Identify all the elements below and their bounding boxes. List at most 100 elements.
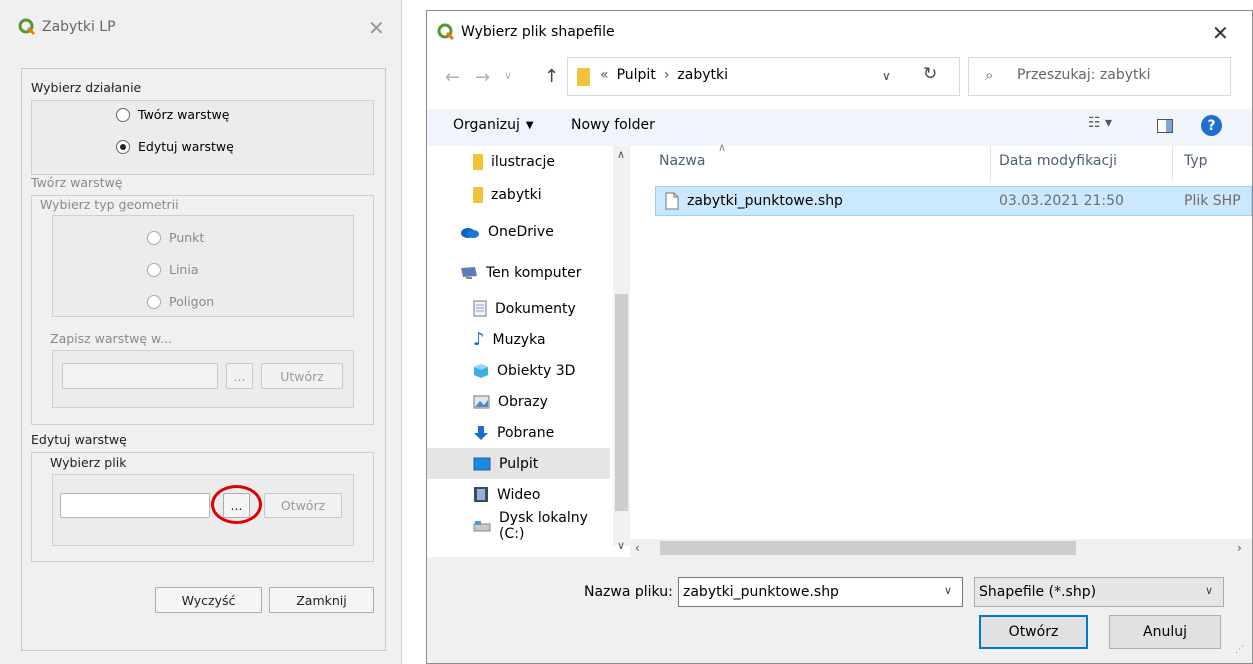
back-arrow-icon[interactable]: ← bbox=[445, 67, 460, 88]
create-button[interactable]: Utwórz bbox=[261, 363, 343, 389]
radio-edit-layer[interactable]: Edytuj warstwę bbox=[116, 139, 234, 154]
column-divider bbox=[990, 146, 991, 181]
radio-point[interactable]: Punkt bbox=[147, 230, 204, 245]
file-icon bbox=[665, 192, 679, 214]
nav-item-obrazy[interactable]: Obrazy bbox=[427, 386, 610, 417]
music-icon: ♪ bbox=[473, 329, 485, 350]
preview-pane-icon[interactable] bbox=[1157, 119, 1173, 133]
scroll-left-icon[interactable]: ‹ bbox=[635, 541, 640, 555]
file-type: Plik SHP bbox=[1184, 193, 1241, 209]
organize-menu[interactable]: Organizuj ▼ bbox=[453, 117, 534, 133]
recent-chevron-icon[interactable]: ∨ bbox=[504, 69, 512, 82]
cloud-icon bbox=[460, 226, 480, 238]
nav-scrollbar-thumb[interactable] bbox=[615, 294, 628, 511]
radio-create-layer[interactable]: Twórz warstwę bbox=[116, 107, 229, 122]
open-button[interactable]: Otwórz bbox=[979, 615, 1088, 649]
column-name[interactable]: Nazwa bbox=[659, 153, 705, 169]
column-divider bbox=[1172, 146, 1173, 181]
help-icon[interactable]: ? bbox=[1201, 115, 1222, 136]
radio-icon bbox=[147, 294, 161, 309]
section-create-label: Twórz warstwę bbox=[31, 175, 123, 190]
column-type[interactable]: Typ bbox=[1184, 153, 1208, 169]
scroll-up-icon[interactable]: ∧ bbox=[617, 148, 625, 161]
column-date[interactable]: Data modyfikacji bbox=[999, 153, 1117, 169]
filter-dropdown-icon[interactable]: ∨ bbox=[1205, 584, 1213, 597]
nav-item-zabytki[interactable]: zabytki bbox=[427, 178, 610, 211]
radio-icon bbox=[147, 262, 161, 277]
breadcrumb: « Pulpit › zabytki bbox=[600, 67, 729, 83]
cancel-button[interactable]: Anuluj bbox=[1109, 615, 1221, 649]
nav-item-ilustracje[interactable]: ilustracje bbox=[427, 146, 610, 178]
sort-up-icon: ∧ bbox=[718, 141, 727, 154]
close-icon[interactable]: ✕ bbox=[1212, 21, 1229, 45]
nav-item-dokumenty[interactable]: Dokumenty bbox=[427, 293, 610, 324]
breadcrumb-pulpit[interactable]: Pulpit bbox=[617, 67, 656, 83]
filename-dropdown-icon[interactable]: ∨ bbox=[944, 584, 952, 597]
close-button[interactable]: Zamknij bbox=[269, 587, 374, 613]
qgis-logo-icon bbox=[437, 23, 455, 41]
clear-button[interactable]: Wyczyść bbox=[155, 587, 262, 613]
section-edit-label: Edytuj warstwę bbox=[31, 432, 127, 447]
address-dropdown-icon[interactable]: ∨ bbox=[882, 69, 891, 83]
filename-input[interactable]: zabytki_punktowe.shp bbox=[678, 577, 963, 607]
nav-item-muzyka[interactable]: ♪ Muzyka bbox=[427, 324, 610, 355]
annotation-highlight-circle bbox=[211, 485, 262, 524]
computer-icon bbox=[460, 266, 478, 280]
view-options-icon[interactable]: ☷ ▾ bbox=[1088, 115, 1112, 131]
file-date: 03.03.2021 21:50 bbox=[999, 193, 1124, 209]
search-icon: ⌕ bbox=[985, 66, 994, 84]
refresh-icon[interactable]: ↻ bbox=[923, 64, 937, 84]
radio-icon bbox=[147, 230, 161, 245]
drive-icon bbox=[473, 520, 491, 532]
nav-item-computer[interactable]: Ten komputer bbox=[427, 253, 610, 293]
open-layer-button[interactable]: Otwórz bbox=[264, 493, 342, 518]
folder-icon bbox=[473, 186, 483, 203]
forward-arrow-icon[interactable]: → bbox=[475, 67, 490, 88]
radio-polygon[interactable]: Poligon bbox=[147, 294, 214, 309]
geometry-group-label: Wybierz typ geometrii bbox=[40, 197, 179, 212]
scroll-right-icon[interactable]: › bbox=[1237, 541, 1242, 555]
h-scrollbar-thumb[interactable] bbox=[660, 541, 1076, 555]
nav-item-dysk-c[interactable]: Dysk lokalny (C:) bbox=[427, 510, 610, 542]
filename-label: Nazwa pliku: bbox=[584, 584, 673, 600]
file-path-input[interactable] bbox=[60, 493, 210, 518]
save-path-input[interactable] bbox=[62, 363, 218, 389]
radio-line[interactable]: Linia bbox=[147, 262, 199, 277]
new-folder-button[interactable]: Nowy folder bbox=[571, 117, 655, 133]
up-arrow-icon[interactable]: ↑ bbox=[544, 66, 559, 87]
section-action-label: Wybierz działanie bbox=[31, 80, 142, 95]
nav-item-wideo[interactable]: Wideo bbox=[427, 479, 610, 510]
nav-item-pulpit[interactable]: Pulpit bbox=[427, 448, 610, 479]
file-dialog-title: Wybierz plik shapefile bbox=[461, 24, 615, 40]
breadcrumb-zabytki[interactable]: zabytki bbox=[677, 67, 728, 83]
cube-icon bbox=[473, 363, 489, 379]
folder-icon bbox=[473, 153, 483, 170]
qgis-logo-icon bbox=[18, 18, 36, 36]
close-icon[interactable]: ✕ bbox=[368, 16, 385, 40]
command-bar bbox=[427, 109, 1252, 146]
save-group-label: Zapisz warstwę w... bbox=[50, 331, 172, 346]
breadcrumb-separator-icon: › bbox=[663, 67, 670, 83]
download-icon bbox=[473, 425, 489, 441]
desktop-icon bbox=[473, 457, 491, 471]
file-group-label: Wybierz plik bbox=[50, 455, 127, 470]
video-icon bbox=[473, 486, 489, 503]
radio-icon bbox=[116, 107, 130, 122]
navigation-pane: ilustracje zabytki OneDrive Ten komputer… bbox=[427, 146, 610, 546]
folder-icon bbox=[577, 68, 590, 86]
nav-item-onedrive[interactable]: OneDrive bbox=[427, 211, 610, 253]
file-type-filter[interactable]: Shapefile (*.shp) bbox=[974, 577, 1224, 607]
picture-icon bbox=[473, 395, 490, 409]
nav-item-obiekty-3d[interactable]: Obiekty 3D bbox=[427, 355, 610, 386]
zabytki-dialog: Zabytki LP ✕ Wybierz działanie Twórz war… bbox=[0, 0, 402, 664]
search-placeholder[interactable]: Przeszukaj: zabytki bbox=[1017, 67, 1151, 83]
scroll-down-icon[interactable]: ∨ bbox=[617, 539, 625, 552]
file-open-dialog: Wybierz plik shapefile ✕ ← → ∨ ↑ « Pulpi… bbox=[426, 10, 1253, 664]
dropdown-triangle-icon: ▼ bbox=[525, 120, 534, 131]
nav-item-pobrane[interactable]: Pobrane bbox=[427, 417, 610, 448]
dialog-title: Zabytki LP bbox=[42, 19, 116, 35]
document-icon bbox=[473, 300, 487, 317]
resize-grip-icon[interactable]: ⋰ bbox=[1235, 646, 1244, 655]
save-browse-button[interactable]: ... bbox=[226, 363, 253, 389]
file-dialog-titlebar: Wybierz plik shapefile bbox=[437, 23, 615, 41]
